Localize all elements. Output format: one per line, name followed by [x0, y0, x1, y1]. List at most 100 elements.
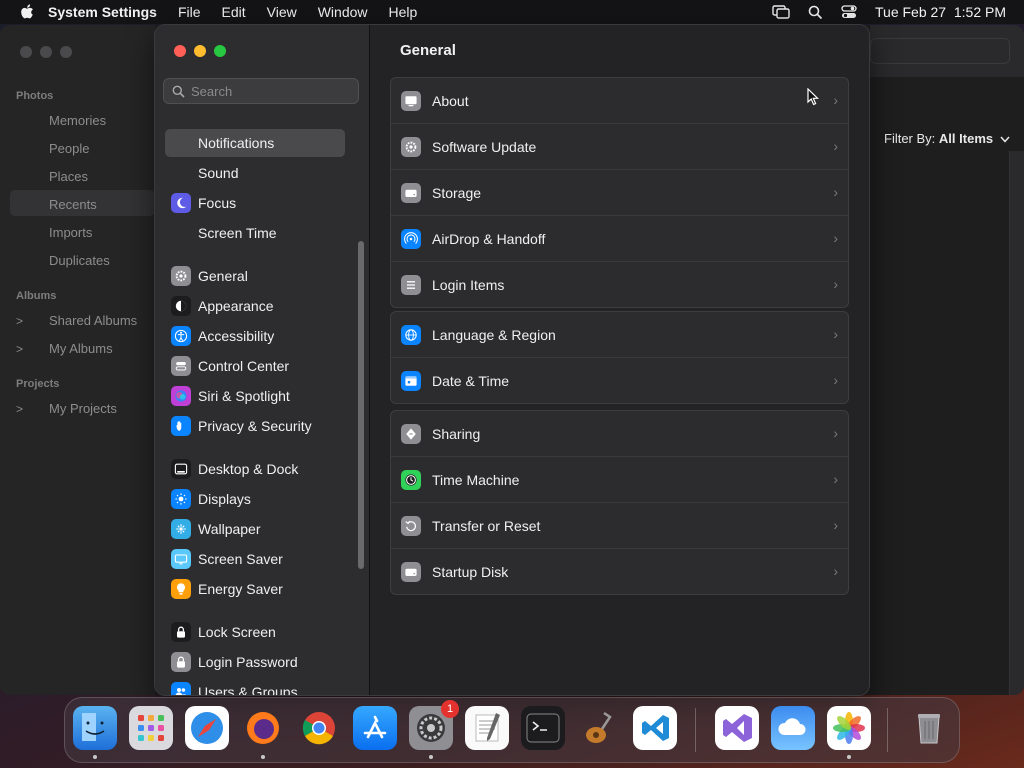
- sidebar-item-notifications[interactable]: Notifications: [165, 129, 345, 157]
- menu-edit[interactable]: Edit: [222, 4, 246, 20]
- row-label: Date & Time: [432, 372, 510, 389]
- menu-window[interactable]: Window: [318, 4, 368, 20]
- chevron-right-icon[interactable]: >: [16, 314, 23, 328]
- sidebar-item-imports[interactable]: Imports: [49, 225, 92, 240]
- dock-system-settings-icon[interactable]: 1: [409, 700, 459, 750]
- sidebar-scrollbar[interactable]: [358, 241, 364, 569]
- sidebar-item-people[interactable]: People: [49, 141, 89, 156]
- sidebar-item-login-password[interactable]: Login Password: [165, 648, 345, 676]
- photos-search-field[interactable]: [870, 38, 1010, 64]
- sidebar-item-duplicates[interactable]: Duplicates: [49, 253, 110, 268]
- sidebar-item-recents[interactable]: Recents: [49, 197, 97, 212]
- chevron-right-icon: ›: [833, 92, 838, 108]
- section-albums: Albums: [16, 290, 57, 302]
- dock-app-store-icon[interactable]: [353, 706, 397, 750]
- menu-view[interactable]: View: [267, 4, 297, 20]
- dock-garageband-icon[interactable]: [577, 706, 621, 750]
- sidebar-item-sound[interactable]: Sound: [165, 159, 345, 187]
- dock-visual-studio-code-icon[interactable]: [633, 706, 677, 750]
- minimize-button[interactable]: [194, 45, 206, 57]
- chevron-right-icon: ›: [833, 372, 838, 388]
- speaker-icon: [171, 163, 191, 183]
- menu-help[interactable]: Help: [389, 4, 418, 20]
- search-input[interactable]: Search: [163, 78, 359, 104]
- sidebar-item-lock-screen[interactable]: Lock Screen: [165, 618, 345, 646]
- search-icon[interactable]: [808, 5, 823, 20]
- sidebar-item-energy-saver[interactable]: Energy Saver: [165, 575, 345, 603]
- dock-safari-icon[interactable]: [185, 706, 229, 750]
- sidebar-item-my-projects[interactable]: My Projects: [49, 401, 117, 416]
- minimize-button[interactable]: [40, 46, 52, 58]
- row-transfer-or-reset[interactable]: Transfer or Reset ›: [391, 502, 848, 548]
- sidebar-item-accessibility[interactable]: Accessibility: [165, 322, 345, 350]
- notification-badge: 1: [441, 700, 459, 718]
- dock-visual-studio-icon[interactable]: [715, 706, 759, 750]
- sidebar-item-privacy-security[interactable]: Privacy & Security: [165, 412, 345, 440]
- dock-photos-icon[interactable]: [827, 706, 871, 750]
- sidebar-item-siri-spotlight[interactable]: Siri & Spotlight: [165, 382, 345, 410]
- search-icon: [172, 85, 185, 98]
- dock: 1: [64, 697, 960, 763]
- control-center-icon: [171, 356, 191, 376]
- settings-group: Sharing › Time Machine › Transfer or Reset › S…: [390, 410, 849, 595]
- zoom-button[interactable]: [60, 46, 72, 58]
- sidebar-item-label: Login Password: [198, 654, 298, 670]
- row-language-region[interactable]: Language & Region ›: [391, 312, 848, 357]
- sidebar-item-label: General: [198, 268, 248, 284]
- dock-launchpad-icon[interactable]: [129, 706, 173, 750]
- sidebar-item-label: Siri & Spotlight: [198, 388, 290, 404]
- row-date-time[interactable]: Date & Time ›: [391, 357, 848, 403]
- chevron-right-icon: ›: [833, 471, 838, 487]
- dock-finder-icon[interactable]: [73, 706, 117, 750]
- photos-scrollbar[interactable]: [1009, 151, 1024, 695]
- dock-icloud-icon[interactable]: [771, 706, 815, 750]
- sidebar-item-desktop-dock[interactable]: Desktop & Dock: [165, 455, 345, 483]
- sidebar-item-screen-saver[interactable]: Screen Saver: [165, 545, 345, 573]
- dock-terminal-icon[interactable]: [521, 706, 565, 750]
- sidebar-item-displays[interactable]: Displays: [165, 485, 345, 513]
- zoom-button[interactable]: [214, 45, 226, 57]
- sidebar-item-label: Screen Time: [198, 225, 277, 241]
- row-about[interactable]: About ›: [391, 78, 848, 123]
- close-button[interactable]: [20, 46, 32, 58]
- dock-icon: [171, 459, 191, 479]
- sidebar-item-users-groups[interactable]: Users & Groups: [165, 678, 345, 695]
- control-center-icon[interactable]: [841, 5, 857, 19]
- sidebar-item-my-albums[interactable]: My Albums: [49, 341, 113, 356]
- sidebar-item-label: Sound: [198, 165, 239, 181]
- row-login-items[interactable]: Login Items ›: [391, 261, 848, 307]
- filter-menu[interactable]: Filter By: All Items: [884, 131, 1010, 146]
- row-storage[interactable]: Storage ›: [391, 169, 848, 215]
- sidebar-item-shared-albums[interactable]: Shared Albums: [49, 313, 137, 328]
- sidebar-item-appearance[interactable]: Appearance: [165, 292, 345, 320]
- menu-file[interactable]: File: [178, 4, 201, 20]
- dock-textedit-icon[interactable]: [465, 706, 509, 750]
- row-startup-disk[interactable]: Startup Disk ›: [391, 548, 848, 594]
- sidebar-item-places[interactable]: Places: [49, 169, 88, 184]
- sidebar-item-control-center[interactable]: Control Center: [165, 352, 345, 380]
- dock-trash-icon[interactable]: [907, 706, 951, 750]
- chevron-right-icon[interactable]: >: [16, 342, 23, 356]
- drive-icon: [401, 182, 421, 203]
- menu-app-name[interactable]: System Settings: [48, 4, 157, 20]
- menu-clock[interactable]: Tue Feb 27 1:52 PM: [875, 4, 1006, 20]
- chevron-right-icon[interactable]: >: [16, 402, 23, 416]
- sidebar-item-general[interactable]: General: [165, 262, 345, 290]
- accessibility-icon: [171, 326, 191, 346]
- sidebar-item-focus[interactable]: Focus: [165, 189, 345, 217]
- sidebar-item-wallpaper[interactable]: Wallpaper: [165, 515, 345, 543]
- dock-firefox-icon[interactable]: [241, 706, 285, 750]
- sidebar-item-screen-time[interactable]: Screen Time: [165, 219, 345, 247]
- screen-mirroring-icon[interactable]: [772, 5, 790, 19]
- row-time-machine[interactable]: Time Machine ›: [391, 456, 848, 502]
- row-label: Sharing: [432, 425, 481, 442]
- row-sharing[interactable]: Sharing ›: [391, 411, 848, 456]
- sidebar-item-memories[interactable]: Memories: [49, 113, 106, 128]
- close-button[interactable]: [174, 45, 186, 57]
- row-software-update[interactable]: Software Update ›: [391, 123, 848, 169]
- row-airdrop-handoff[interactable]: AirDrop & Handoff ›: [391, 215, 848, 261]
- chevron-right-icon: ›: [833, 425, 838, 441]
- dock-chrome-icon[interactable]: [297, 706, 341, 750]
- apple-menu-icon[interactable]: [20, 4, 34, 20]
- row-label: Startup Disk: [432, 563, 509, 580]
